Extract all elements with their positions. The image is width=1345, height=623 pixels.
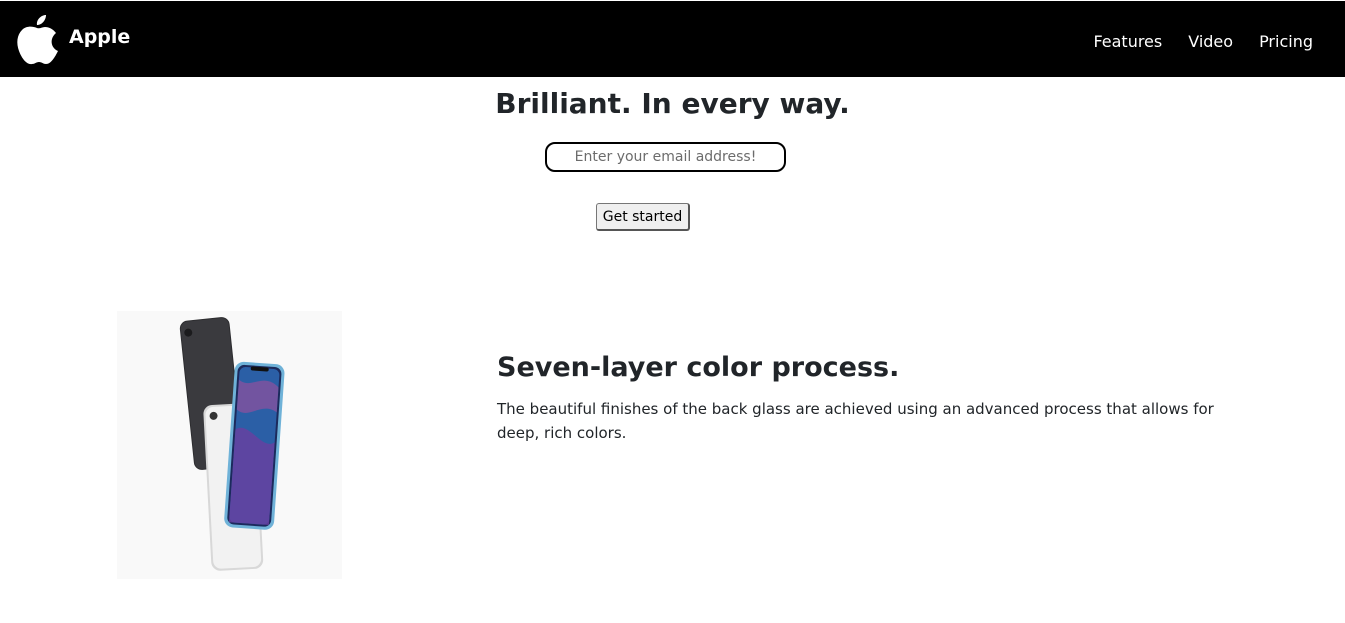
nav-link-video[interactable]: Video [1188,32,1233,51]
nav-link-features[interactable]: Features [1093,32,1162,51]
product-image [117,311,342,579]
feature-description: The beautiful finishes of the back glass… [497,400,1214,442]
feature-title: Seven-layer color process. [497,352,900,383]
apple-logo-icon [17,15,58,65]
site-header: Apple Features Video Pricing [0,0,1345,77]
nav-link-pricing[interactable]: Pricing [1259,32,1313,51]
iphone-xr-illustration [179,317,285,571]
brand[interactable]: Apple [16,14,130,65]
hero-title: Brilliant. In every way. [495,87,850,120]
email-input[interactable] [545,142,786,172]
get-started-button[interactable]: Get started [596,203,690,231]
main-nav: Features Video Pricing [1093,32,1313,51]
brand-name: Apple [69,26,131,48]
